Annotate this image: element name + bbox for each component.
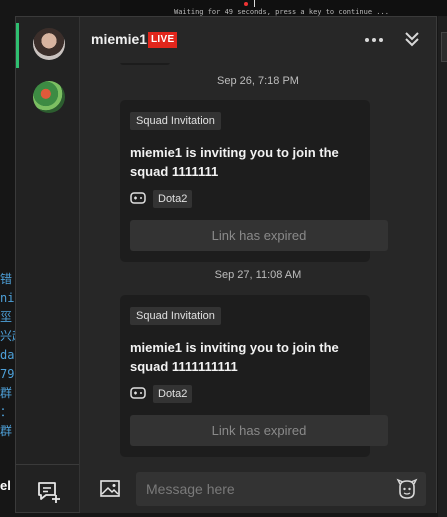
- background-fragment: da: [0, 348, 15, 362]
- background-fragment: ：: [0, 405, 13, 419]
- message-composer: [80, 463, 436, 513]
- background-scroll-thumb: [441, 32, 447, 62]
- conversation-sidebar: [16, 17, 80, 512]
- conversation-avatar-miemie1[interactable]: [33, 28, 65, 60]
- gamepad-icon: [130, 191, 146, 205]
- message-input[interactable]: [136, 472, 426, 506]
- background-fragment: 错: [0, 272, 13, 286]
- background-terminal-text: Waiting for 49 seconds, press a key to c…: [174, 8, 389, 16]
- expired-link-button[interactable]: Link has expired: [130, 220, 388, 251]
- message-timestamp: Sep 27, 11:08 AM: [214, 269, 302, 281]
- invitation-tag: Squad Invitation: [130, 307, 221, 325]
- game-tag: Dota2: [153, 385, 193, 403]
- background-left-text: 错 ni 坙 兴起 da 79 群 ： 群: [0, 270, 16, 441]
- background-bottom-text: el: [0, 478, 11, 493]
- chat-header: miemie1 LIVE: [80, 17, 436, 63]
- game-tag: Dota2: [153, 190, 193, 208]
- chat-username[interactable]: miemie1: [91, 31, 147, 47]
- emoji-icon[interactable]: [396, 478, 418, 500]
- squad-invitation-card: Squad Invitation miemie1 is inviting you…: [120, 295, 388, 457]
- invitation-text: miemie1 is inviting you to join the squa…: [130, 340, 339, 374]
- live-badge: LIVE: [148, 32, 178, 48]
- terminal-close-icon: [244, 0, 264, 8]
- sidebar-divider: [16, 464, 79, 465]
- previous-message-card: [120, 63, 170, 65]
- gamepad-icon: [130, 386, 146, 400]
- background-right-edge: [438, 16, 447, 517]
- background-fragment: 兴起: [0, 329, 16, 343]
- more-options-icon[interactable]: [363, 31, 385, 49]
- active-conversation-indicator: [16, 23, 19, 68]
- background-fragment: 79: [0, 367, 15, 381]
- expired-link-button[interactable]: Link has expired: [130, 415, 388, 446]
- background-fragment: 群: [0, 424, 13, 438]
- image-upload-icon[interactable]: [100, 480, 120, 497]
- conversation-avatar-group[interactable]: [33, 81, 65, 113]
- chat-window: miemie1 LIVE Sep 26, 7:18 PM Squad Invit…: [15, 16, 437, 513]
- invitation-tag: Squad Invitation: [130, 112, 221, 130]
- background-fragment: 坙: [0, 310, 13, 324]
- message-list[interactable]: Sep 26, 7:18 PM Squad Invitation miemie1…: [80, 63, 436, 463]
- squad-invitation-card: Squad Invitation miemie1 is inviting you…: [120, 100, 388, 262]
- invitation-text: miemie1 is inviting you to join the squa…: [130, 145, 339, 179]
- collapse-chevrons-icon[interactable]: [402, 29, 422, 49]
- new-chat-icon[interactable]: [36, 480, 62, 504]
- message-timestamp: Sep 26, 7:18 PM: [217, 75, 299, 87]
- background-fragment: 群: [0, 386, 13, 400]
- background-fragment: ni: [0, 291, 15, 305]
